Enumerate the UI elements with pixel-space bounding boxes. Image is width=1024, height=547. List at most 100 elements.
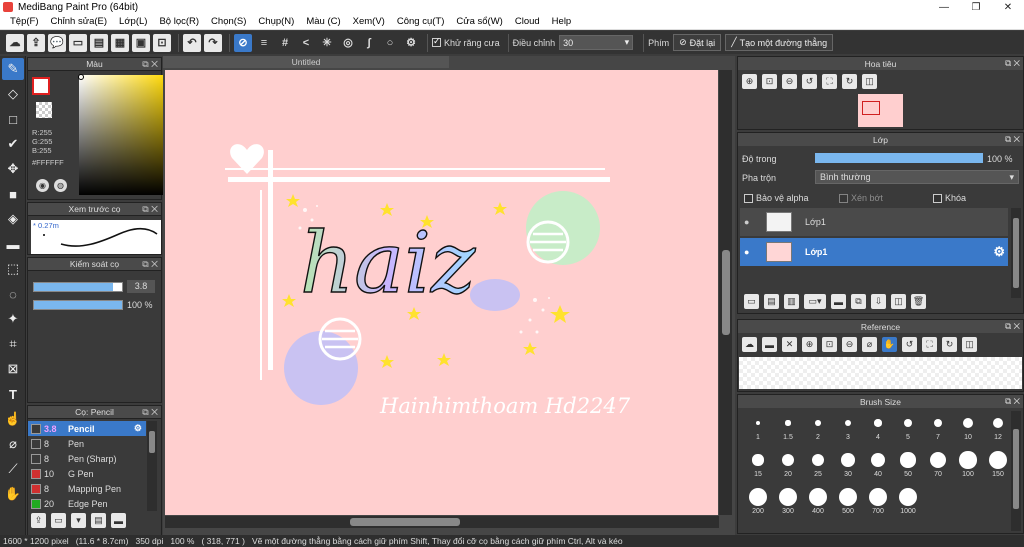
brush-size-option[interactable]: 20 (774, 450, 802, 478)
brush-size-option[interactable]: 70 (924, 450, 952, 478)
brush-list-item[interactable]: 10 G Pen (28, 466, 146, 481)
select-tool-icon[interactable]: ⬚ (2, 258, 24, 280)
menu-edit[interactable]: Chỉnh sửa(E) (45, 16, 114, 27)
text-tool-icon[interactable]: T (2, 383, 24, 405)
bucket-tool-icon[interactable]: ◈ (2, 208, 24, 230)
delete-layer-icon[interactable]: 🗑 (911, 294, 926, 309)
hand-tool-icon[interactable]: ✋ (2, 483, 24, 505)
reset-button[interactable]: ⊘ Đặt lại (673, 34, 722, 51)
open-folder-icon[interactable]: ▬ (762, 337, 777, 352)
vanishing-point-icon[interactable]: < (297, 34, 315, 52)
rotate-left-icon[interactable]: ↺ (802, 74, 817, 89)
cross-snap-icon[interactable]: # (276, 34, 294, 52)
brush-size-option[interactable]: 15 (744, 450, 772, 478)
cloud-icon[interactable]: ☁ (6, 33, 24, 52)
menu-cloud[interactable]: Cloud (509, 16, 546, 27)
layer-opacity-slider[interactable] (815, 153, 983, 163)
brush-size-option[interactable]: 30 (834, 450, 862, 478)
save-icon[interactable]: ▣ (132, 33, 150, 52)
palette-icon[interactable]: ◉ (36, 179, 49, 192)
brush-list-item[interactable]: 8 Pen (28, 436, 146, 451)
brush-size-option[interactable]: 4 (864, 413, 892, 441)
brush-size-option[interactable]: 7 (924, 413, 952, 441)
rotate-right-icon[interactable]: ↻ (942, 337, 957, 352)
transfer-layer-icon[interactable]: ◫ (891, 294, 906, 309)
layer-folder-icon[interactable]: ▬ (831, 294, 846, 309)
layer-row-selected[interactable]: ● Lớp1 ⚙ (740, 238, 1008, 266)
crop-icon[interactable]: ⊡ (153, 33, 171, 52)
brush-size-scroll-thumb[interactable] (1013, 429, 1019, 509)
maximize-icon[interactable]: ❐ (960, 0, 992, 14)
brush-size-option[interactable]: 3 (834, 413, 862, 441)
protect-alpha-checkbox[interactable]: Bảo vệ alpha (744, 193, 809, 203)
cloud-upload-icon[interactable]: ☁ (742, 337, 757, 352)
brush-tool-icon[interactable]: ✎ (2, 58, 24, 80)
layer-menu-icon[interactable]: ▭▾ (804, 294, 826, 309)
brush-size-option[interactable]: 700 (864, 487, 892, 515)
lock-checkbox[interactable]: Khóa (933, 193, 966, 203)
panel-close-icon[interactable]: ⧉ ✕ (1005, 396, 1020, 407)
brush-size-option[interactable]: 40 (864, 450, 892, 478)
brush-list-item[interactable]: 3.8 Pencil ⚙ (28, 421, 146, 436)
new-brush-icon[interactable]: ▭ (51, 513, 66, 528)
brush-list-scroll-thumb[interactable] (149, 431, 155, 453)
layer-row[interactable]: ● Lớp1 (740, 208, 1008, 236)
snap-settings-icon[interactable]: ⚙ (402, 34, 420, 52)
zoom-out-icon[interactable]: ⊖ (842, 337, 857, 352)
move-tool-icon[interactable]: ✥ (2, 158, 24, 180)
brush-size-slider[interactable] (33, 282, 123, 292)
brush-opacity-slider[interactable] (33, 300, 123, 310)
brush-settings-icon[interactable]: ⚙ (134, 423, 142, 434)
panel-close-icon[interactable]: ⧉ ✕ (1005, 134, 1020, 145)
new-file-icon[interactable]: ▭ (69, 33, 87, 52)
rotate-right-icon[interactable]: ↻ (842, 74, 857, 89)
lock-box[interactable] (933, 193, 942, 203)
circle-snap-icon[interactable]: ◎ (339, 34, 357, 52)
brush-list-item[interactable]: 8 Pen (Sharp) (28, 451, 146, 466)
menu-snap[interactable]: Chụp(N) (252, 16, 300, 27)
brush-menu-icon[interactable]: ▾ (71, 513, 86, 528)
divide-tool-icon[interactable]: ⟋ (2, 458, 24, 480)
eyedropper-tool-icon[interactable]: ⌀ (2, 433, 24, 455)
document-tab[interactable]: Untitled (163, 56, 449, 68)
brush-size-option[interactable]: 400 (804, 487, 832, 515)
curve-snap-icon[interactable]: ∫ (360, 34, 378, 52)
brush-size-option[interactable]: 25 (804, 450, 832, 478)
redo-icon[interactable]: ↷ (204, 33, 222, 52)
upload-icon[interactable]: ⇪ (27, 33, 45, 52)
brush-size-scrollbar[interactable] (1011, 411, 1021, 531)
panel-close-icon[interactable]: ⧉ ✕ (142, 204, 158, 215)
line-button[interactable]: ╱ Tạo một đường thẳng (725, 34, 834, 51)
layer-scrollbar[interactable] (1011, 208, 1021, 298)
zoom-in-icon[interactable]: ⊕ (802, 337, 817, 352)
protect-alpha-box[interactable] (744, 193, 753, 203)
canvas-vertical-scroll-thumb[interactable] (722, 250, 730, 335)
close-reference-icon[interactable]: ✕ (782, 337, 797, 352)
menu-filter[interactable]: Bộ lọc(R) (153, 16, 205, 27)
radial-snap-icon[interactable]: ✳ (318, 34, 336, 52)
merge-layer-icon[interactable]: ⇩ (871, 294, 886, 309)
menu-color[interactable]: Màu (C) (300, 16, 346, 27)
brush-size-option[interactable]: 50 (894, 450, 922, 478)
brush-size-option[interactable]: 500 (834, 487, 862, 515)
new-layer-icon[interactable]: ▭ (744, 294, 759, 309)
add-brush-icon[interactable]: ⇪ (31, 513, 46, 528)
new-8bit-layer-icon[interactable]: ▥ (784, 294, 799, 309)
saturation-value-picker[interactable] (79, 75, 168, 195)
shape-tool-icon[interactable]: □ (2, 108, 24, 130)
brush-file-icon[interactable]: ▤ (91, 513, 106, 528)
primary-color-swatch[interactable] (32, 77, 50, 95)
select-eraser-tool-icon[interactable]: ⊠ (2, 358, 24, 380)
navigator-thumbnail[interactable] (858, 94, 903, 127)
menu-help[interactable]: Help (546, 16, 578, 27)
panel-close-icon[interactable]: ⧉ ✕ (142, 407, 158, 418)
visibility-icon[interactable]: ● (744, 217, 754, 227)
panel-close-icon[interactable]: ⧉ ✕ (1005, 58, 1020, 69)
eraser-tool-icon[interactable]: ◇ (2, 83, 24, 105)
undo-icon[interactable]: ↶ (183, 33, 201, 52)
adjust-select[interactable]: 30 ▾ (559, 35, 634, 50)
new-halftone-layer-icon[interactable]: ▤ (764, 294, 779, 309)
menu-file[interactable]: Tệp(F) (4, 16, 45, 27)
panel-close-icon[interactable]: ⧉ ✕ (1005, 321, 1020, 332)
brush-size-option[interactable]: 1.5 (774, 413, 802, 441)
